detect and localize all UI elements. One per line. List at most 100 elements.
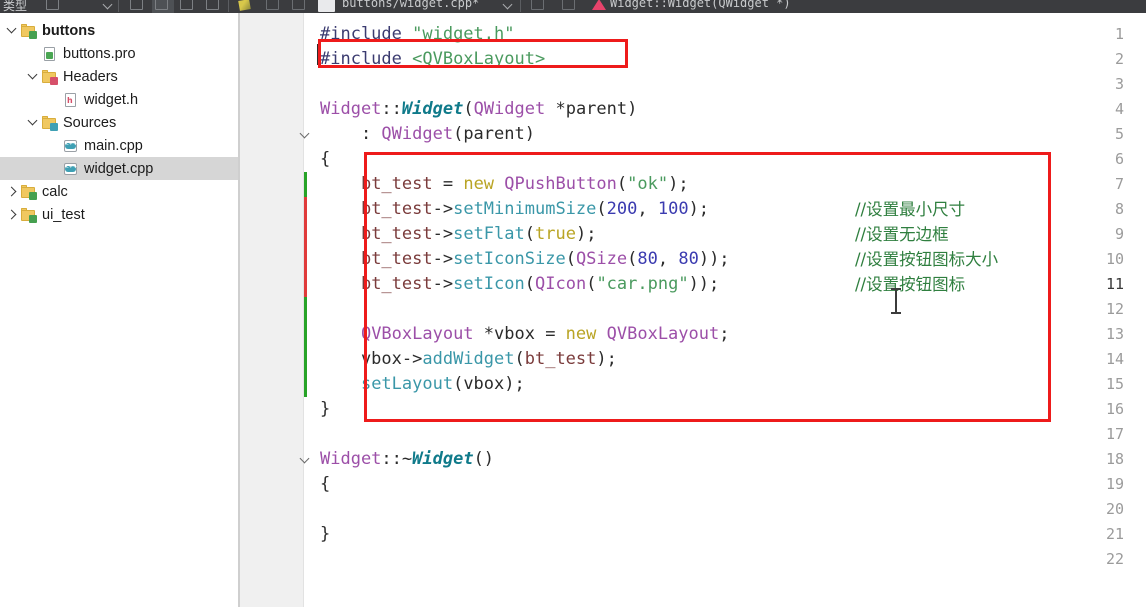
line-number: 7: [1114, 175, 1124, 193]
code-token: vbox->: [320, 349, 423, 369]
line-number: 22: [1105, 550, 1124, 568]
document-title: buttons/widget.cpp*: [342, 0, 480, 10]
tree-item-headers[interactable]: Headers: [0, 65, 238, 88]
line-number: 6: [1114, 150, 1124, 168]
code-token: Widget: [320, 449, 382, 469]
tree-item-sources[interactable]: Sources: [0, 111, 238, 134]
project-folder-icon: [20, 207, 37, 223]
code-editor[interactable]: 1 2 3 4 5 6 7 8 9 10 11 12 13 14 15 16 17 18 19 20 21 22 #incl…: [240, 13, 1146, 607]
document-chevron-icon[interactable]: [502, 0, 513, 10]
code-token: 80: [637, 249, 658, 269]
line-number: 21: [1105, 525, 1124, 543]
fold-chevron-icon[interactable]: [298, 122, 310, 147]
save-all-icon[interactable]: [46, 0, 59, 10]
tree-item-main-cpp[interactable]: main.cpp: [0, 134, 238, 157]
toolbar-separator-2: [228, 0, 229, 12]
code-line-13[interactable]: QVBoxLayout *vbox = new QVBoxLayout;: [320, 322, 730, 347]
project-tree[interactable]: buttons buttons.pro Headers h widget.h Source…: [0, 13, 238, 607]
code-line-11[interactable]: bt_test->setIcon(QIcon("car.png"));: [320, 272, 719, 297]
code-token: addWidget: [422, 349, 515, 369]
line-number: 8: [1114, 200, 1124, 218]
split-icon[interactable]: [180, 0, 193, 10]
code-token: {: [320, 474, 331, 494]
mouse-ibeam-cursor: [891, 288, 901, 314]
code-line-18[interactable]: Widget::~Widget(): [320, 447, 494, 472]
fold-chevron-icon[interactable]: [298, 447, 310, 472]
code-line-16[interactable]: }: [320, 397, 330, 422]
tree-item-ui-test[interactable]: ui_test: [0, 203, 238, 226]
tree-item-label: buttons: [42, 22, 96, 39]
code-token: 80: [678, 249, 699, 269]
code-token: ::: [381, 99, 402, 119]
code-line-4[interactable]: Widget::Widget(QWidget *parent): [320, 97, 637, 122]
code-line-1[interactable]: #include "widget.h": [320, 22, 514, 47]
code-token: Widget: [412, 449, 474, 469]
line-number-gutter: [240, 13, 304, 607]
pencil-icon[interactable]: [238, 0, 251, 11]
bookmark-icon[interactable]: [531, 0, 544, 10]
line-number: 20: [1105, 500, 1124, 518]
code-line-8[interactable]: bt_test->setMinimumSize(200, 100);: [320, 197, 709, 222]
code-token: setLayout: [360, 374, 454, 394]
tree-item-widget-h[interactable]: h widget.h: [0, 88, 238, 111]
code-token: *vbox =: [473, 324, 566, 344]
tree-item-buttons[interactable]: buttons: [0, 19, 238, 42]
code-token: Widget: [401, 99, 464, 119]
chevron-down-icon[interactable]: [4, 19, 20, 42]
code-line-15[interactable]: setLayout(vbox);: [320, 372, 525, 397]
tree-item-label: Sources: [63, 114, 117, 131]
line-number: 14: [1105, 350, 1124, 368]
code-token: QVBoxLayout: [606, 324, 720, 344]
chevron-down-icon[interactable]: [25, 65, 41, 88]
line-number: 12: [1105, 300, 1124, 318]
code-line-19[interactable]: {: [320, 472, 330, 497]
tree-twisty-empty: [25, 42, 41, 65]
code-token: ::~: [381, 449, 413, 469]
project-folder-icon: [20, 184, 37, 200]
chevron-right-icon[interactable]: [4, 203, 20, 226]
code-line-6[interactable]: {: [320, 147, 330, 172]
cpp-file-icon: [62, 161, 79, 177]
tree-item-buttons-pro[interactable]: buttons.pro: [0, 42, 238, 65]
chevron-down-icon[interactable]: [102, 0, 113, 10]
code-line-7[interactable]: bt_test = new QPushButton("ok");: [320, 172, 689, 197]
code-token: Widget: [320, 99, 382, 119]
text-caret: [317, 44, 319, 65]
code-line-10[interactable]: bt_test->setIconSize(QSize(80, 80));: [320, 247, 730, 272]
code-token: ));: [698, 249, 730, 269]
change-marker-red: [304, 197, 307, 222]
code-comment-8: //设置最小尺寸: [855, 200, 966, 219]
toolbar[interactable]: 类型 buttons/widget.cpp* Widget::Widget(QW…: [0, 0, 1146, 13]
line-number: 4: [1114, 100, 1124, 118]
stop-icon[interactable]: [292, 0, 305, 10]
chevron-down-icon[interactable]: [25, 111, 41, 134]
slash-icon[interactable]: [266, 0, 279, 10]
tree-item-calc[interactable]: calc: [0, 180, 238, 203]
flag-icon[interactable]: [592, 0, 606, 10]
code-line-21[interactable]: }: [320, 522, 330, 547]
code-token: (: [586, 274, 597, 294]
code-line-2[interactable]: #include <QVBoxLayout>: [320, 47, 545, 72]
change-marker-red: [304, 222, 307, 247]
code-line-9[interactable]: bt_test->setFlat(true);: [320, 222, 596, 247]
line-number: 15: [1105, 375, 1124, 393]
code-line-5[interactable]: : QWidget(parent): [320, 122, 535, 147]
code-line-14[interactable]: vbox->addWidget(bt_test);: [320, 347, 617, 372]
undo-icon[interactable]: [130, 0, 143, 10]
code-token: {: [320, 149, 331, 169]
build-icon[interactable]: [318, 0, 335, 12]
list-icon[interactable]: [562, 0, 575, 10]
code-token: :: [320, 124, 382, 144]
code-token: ->: [432, 249, 454, 269]
tree-item-label: widget.cpp: [84, 160, 154, 177]
tree-item-widget-cpp[interactable]: widget.cpp: [0, 157, 238, 180]
code-token: 100: [657, 199, 689, 219]
close-split-icon[interactable]: [206, 0, 219, 10]
chevron-right-icon[interactable]: [4, 180, 20, 203]
link-icon[interactable]: [155, 0, 168, 10]
